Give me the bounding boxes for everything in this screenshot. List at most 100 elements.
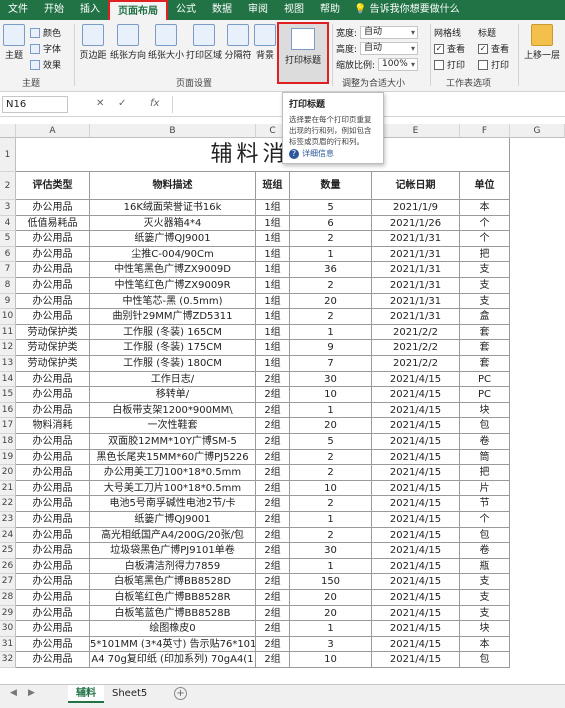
breaks-button[interactable]: 分隔符 [224, 24, 252, 61]
table-cell[interactable]: 办公用品 [16, 246, 90, 263]
table-cell[interactable]: A4 70g复印纸 (印加系列) 70gA4(1 [90, 652, 256, 668]
gridlines-print-checkbox[interactable]: 打印 [434, 58, 465, 71]
table-cell[interactable]: 2021/4/15 [372, 496, 460, 512]
table-cell[interactable]: 1组 [256, 246, 290, 263]
table-cell[interactable]: 把 [460, 465, 510, 481]
table-cell[interactable]: 2021/4/15 [372, 480, 460, 497]
row-header[interactable]: 16 [0, 402, 16, 419]
table-cell[interactable]: 2021/4/15 [372, 558, 460, 575]
themes-button[interactable]: 主题 [2, 24, 26, 61]
table-cell[interactable]: 1 [290, 558, 372, 575]
table-cell[interactable]: 2021/4/15 [372, 387, 460, 403]
cancel-icon[interactable]: ✕ [96, 98, 104, 109]
row-header[interactable]: 6 [0, 246, 16, 263]
table-cell[interactable]: 20 [290, 293, 372, 310]
column-title-cell[interactable]: 物料描述 [90, 172, 256, 200]
table-cell[interactable]: 劳动保护类 [16, 356, 90, 372]
table-cell[interactable]: 1 [290, 324, 372, 341]
table-cell[interactable]: 纸篓广博QJ9001 [90, 512, 256, 528]
row-header[interactable]: 5 [0, 231, 16, 247]
table-cell[interactable]: 2021/4/15 [372, 449, 460, 466]
table-cell[interactable]: 包 [460, 418, 510, 434]
table-cell[interactable]: 卷 [460, 434, 510, 450]
table-cell[interactable]: 块 [460, 402, 510, 419]
table-cell[interactable]: 电池5号南孚碱性电池2节/卡 [90, 496, 256, 512]
table-cell[interactable]: 办公用品 [16, 621, 90, 637]
table-cell[interactable]: 1组 [256, 324, 290, 341]
table-cell[interactable]: 工作服 (冬装) 175CM [90, 340, 256, 356]
table-cell[interactable]: 办公用品 [16, 558, 90, 575]
table-cell[interactable]: 10 [290, 387, 372, 403]
table-cell[interactable]: 2021/1/26 [372, 215, 460, 232]
table-cell[interactable]: 办公用品 [16, 652, 90, 668]
select-all-corner[interactable] [0, 124, 16, 138]
table-cell[interactable]: 中性笔红色广博ZX9009R [90, 278, 256, 294]
table-cell[interactable]: 办公用品 [16, 465, 90, 481]
table-cell[interactable]: 2021/4/15 [372, 434, 460, 450]
column-header[interactable]: F [460, 124, 510, 138]
sheet-tab-fuliao[interactable]: 辅料 [68, 685, 104, 703]
row-header[interactable]: 10 [0, 309, 16, 325]
table-cell[interactable]: 节 [460, 496, 510, 512]
tab-view[interactable]: 视图 [276, 0, 312, 20]
table-cell[interactable]: 2021/1/31 [372, 246, 460, 263]
table-cell[interactable]: 曲别针29MM广博ZD5311 [90, 309, 256, 325]
table-cell[interactable]: 2021/2/2 [372, 340, 460, 356]
table-cell[interactable]: 2 [290, 449, 372, 466]
table-cell[interactable]: 办公用品 [16, 636, 90, 653]
table-cell[interactable]: 办公用品 [16, 309, 90, 325]
table-cell[interactable]: 2021/4/15 [372, 621, 460, 637]
headings-print-checkbox[interactable]: 打印 [478, 58, 509, 71]
height-dropdown[interactable]: 自动 [360, 42, 419, 55]
table-cell[interactable]: 1 [290, 512, 372, 528]
column-header[interactable]: A [16, 124, 90, 138]
table-cell[interactable]: 个 [460, 231, 510, 247]
background-button[interactable]: 背景 [254, 24, 276, 61]
table-cell[interactable]: 办公用品 [16, 527, 90, 544]
table-cell[interactable]: 2021/4/15 [372, 543, 460, 559]
table-cell[interactable]: 办公用品 [16, 371, 90, 388]
table-cell[interactable]: 支 [460, 262, 510, 278]
table-cell[interactable]: 2021/4/15 [372, 527, 460, 544]
table-cell[interactable]: 2组 [256, 543, 290, 559]
table-cell[interactable]: 1组 [256, 278, 290, 294]
table-cell[interactable]: 1组 [256, 293, 290, 310]
table-cell[interactable]: 白板笔红色广博BB8528R [90, 590, 256, 606]
row-header[interactable]: 21 [0, 480, 16, 497]
table-cell[interactable]: 白板带支架1200*900MM\ [90, 402, 256, 419]
table-cell[interactable]: 2组 [256, 496, 290, 512]
table-cell[interactable]: 办公用品 [16, 543, 90, 559]
name-box[interactable]: N16 [2, 96, 68, 113]
row-header[interactable]: 15 [0, 387, 16, 403]
table-cell[interactable]: 办公用品 [16, 231, 90, 247]
table-cell[interactable]: 办公用品 [16, 605, 90, 622]
table-cell[interactable]: 2组 [256, 402, 290, 419]
table-cell[interactable]: 高光相纸国产A4/200G/20张/包 [90, 527, 256, 544]
table-cell[interactable]: 2021/4/15 [372, 590, 460, 606]
table-cell[interactable]: 30 [290, 543, 372, 559]
table-cell[interactable]: 2组 [256, 512, 290, 528]
table-cell[interactable]: 1 [290, 246, 372, 263]
table-cell[interactable]: 1组 [256, 231, 290, 247]
table-cell[interactable]: 5 [290, 434, 372, 450]
table-cell[interactable]: 办公用品 [16, 387, 90, 403]
table-cell[interactable]: 办公用品 [16, 590, 90, 606]
table-cell[interactable]: 劳动保护类 [16, 324, 90, 341]
column-title-cell[interactable]: 数量 [290, 172, 372, 200]
row-header[interactable]: 19 [0, 449, 16, 466]
next-sheet-icon[interactable]: ▶ [28, 688, 35, 698]
add-sheet-icon[interactable]: + [174, 687, 187, 700]
table-cell[interactable]: 纸篓广博QJ9001 [90, 231, 256, 247]
table-cell[interactable]: 套 [460, 340, 510, 356]
table-cell[interactable]: 筒 [460, 449, 510, 466]
table-cell[interactable]: 办公用品 [16, 402, 90, 419]
table-cell[interactable]: 办公用品 [16, 293, 90, 310]
row-header[interactable]: 17 [0, 418, 16, 434]
table-cell[interactable]: 2组 [256, 652, 290, 668]
table-cell[interactable]: 1组 [256, 262, 290, 278]
row-header[interactable]: 9 [0, 293, 16, 310]
table-cell[interactable]: 6 [290, 215, 372, 232]
table-cell[interactable]: 2组 [256, 434, 290, 450]
table-cell[interactable]: 2021/4/15 [372, 402, 460, 419]
table-cell[interactable]: 低值易耗品 [16, 215, 90, 232]
